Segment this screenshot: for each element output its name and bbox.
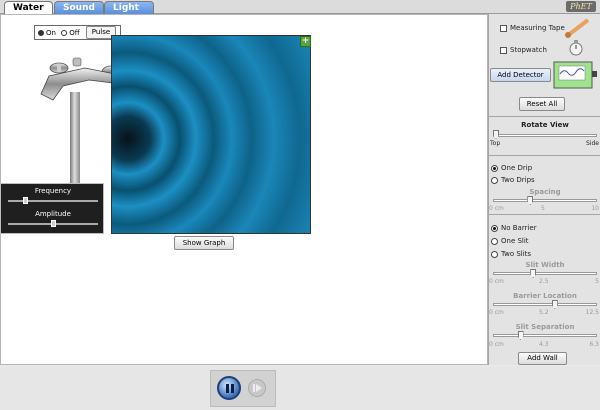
- tab-sound[interactable]: Sound: [54, 1, 104, 14]
- playback-bar: [0, 366, 600, 410]
- step-button[interactable]: [248, 379, 266, 397]
- slit-width-label: Slit Width: [525, 261, 565, 269]
- off-radio[interactable]: [61, 29, 68, 36]
- reset-all-button[interactable]: Reset All: [519, 97, 565, 111]
- measuring-tape-icon[interactable]: [564, 17, 592, 39]
- one-slit-label: One Slit: [501, 237, 529, 245]
- faucet-control-panel: On Off Pulse: [34, 25, 121, 40]
- barrier-location-label: Barrier Location: [513, 292, 577, 300]
- stopwatch-label: Stopwatch: [510, 46, 547, 54]
- amplitude-thumb[interactable]: [50, 220, 56, 227]
- control-panel: Measuring Tape Stopwatch Add Detector Re…: [488, 14, 600, 365]
- on-radio[interactable]: [38, 29, 44, 36]
- barrier-section: No Barrier One Slit Two Slits Slit Width…: [489, 215, 600, 365]
- spacing-tick-min: 0 cm: [489, 205, 504, 212]
- two-slits-label: Two Slits: [501, 250, 532, 258]
- slit-width-thumb[interactable]: [530, 269, 537, 278]
- frequency-label: Frequency: [34, 187, 72, 195]
- amplitude-label: Amplitude: [35, 210, 71, 218]
- slit-separation-slider[interactable]: [493, 334, 597, 337]
- drips-section: One Drip Two Drips Spacing 0 cm 5 10: [489, 156, 600, 215]
- add-wall-button[interactable]: Add Wall: [518, 352, 567, 365]
- slit-separation-tick-min: 0 cm: [489, 341, 504, 348]
- slit-width-tick-min: 0 cm: [489, 278, 504, 285]
- rotate-view-side-label: Side: [586, 140, 599, 147]
- slit-separation-thumb[interactable]: [517, 331, 524, 340]
- tab-bar: Water Sound Light PhET: [0, 0, 600, 15]
- zoom-in-icon[interactable]: +: [300, 36, 311, 47]
- spacing-tick-max: 10: [591, 205, 599, 212]
- amplitude-slider[interactable]: [8, 220, 98, 227]
- rotate-view-thumb[interactable]: [493, 130, 499, 139]
- tab-light[interactable]: Light: [104, 1, 154, 14]
- measuring-tape-checkbox[interactable]: [500, 25, 507, 32]
- slit-width-tick-max: 5: [595, 278, 599, 285]
- spacing-label: Spacing: [529, 188, 561, 196]
- frequency-slider[interactable]: [8, 197, 98, 204]
- slit-width-slider[interactable]: [493, 272, 597, 275]
- rotate-view-section: Rotate View Top Side: [489, 117, 600, 156]
- slit-separation-tick-mid: 4.3: [539, 341, 549, 348]
- frequency-thumb[interactable]: [23, 197, 29, 204]
- source-sliders-panel: Frequency Amplitude: [0, 183, 104, 234]
- off-label: Off: [69, 28, 80, 37]
- rotate-view-title: Rotate View: [521, 121, 569, 129]
- spacing-tick-mid: 5: [541, 205, 545, 212]
- rotate-view-top-label: Top: [490, 140, 501, 147]
- slit-separation-label: Slit Separation: [515, 323, 575, 331]
- stopwatch-icon[interactable]: [568, 39, 584, 57]
- detector-chart-icon[interactable]: [553, 61, 598, 89]
- one-slit-radio[interactable]: [491, 238, 498, 245]
- one-drip-radio[interactable]: [491, 165, 498, 172]
- wave-display[interactable]: [111, 35, 311, 234]
- two-drips-label: Two Drips: [501, 176, 535, 184]
- barrier-location-tick-mid: 5.2: [539, 309, 549, 316]
- spacing-thumb[interactable]: [527, 196, 534, 205]
- tab-water[interactable]: Water: [4, 1, 53, 15]
- barrier-location-thumb[interactable]: [551, 300, 558, 309]
- spacing-slider[interactable]: [493, 199, 597, 202]
- barrier-location-tick-max: 12.5: [585, 309, 599, 316]
- two-drips-radio[interactable]: [491, 177, 498, 184]
- phet-logo: PhET: [566, 1, 596, 12]
- add-detector-button[interactable]: Add Detector: [490, 68, 551, 82]
- tools-section: Measuring Tape Stopwatch Add Detector Re…: [489, 14, 600, 117]
- app-window: Water Sound Light PhET On Off Pulse + Fr…: [0, 0, 600, 410]
- two-slits-radio[interactable]: [491, 251, 498, 258]
- measuring-tape-label: Measuring Tape: [510, 24, 565, 32]
- no-barrier-label: No Barrier: [501, 224, 537, 232]
- slit-width-tick-mid: 2.5: [539, 278, 549, 285]
- slit-separation-tick-max: 6.3: [589, 341, 599, 348]
- show-graph-button[interactable]: Show Graph: [174, 236, 234, 250]
- one-drip-label: One Drip: [501, 164, 533, 172]
- barrier-location-tick-min: 0 cm: [489, 309, 504, 316]
- on-label: On: [46, 28, 56, 37]
- rotate-view-slider[interactable]: [493, 134, 597, 137]
- no-barrier-radio[interactable]: [491, 225, 498, 232]
- barrier-location-slider[interactable]: [493, 303, 597, 306]
- stopwatch-checkbox[interactable]: [500, 47, 507, 54]
- pause-button[interactable]: [217, 376, 241, 400]
